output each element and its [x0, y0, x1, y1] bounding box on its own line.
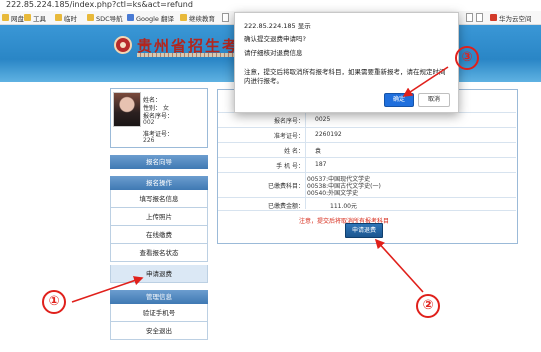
step-marker-3: ③ — [455, 46, 479, 70]
step-marker-2: ② — [416, 294, 440, 318]
step-marker-1: ① — [42, 290, 66, 314]
arrow-step-3 — [402, 66, 449, 97]
arrow-step-1 — [71, 276, 144, 303]
arrow-step-2 — [374, 238, 424, 293]
